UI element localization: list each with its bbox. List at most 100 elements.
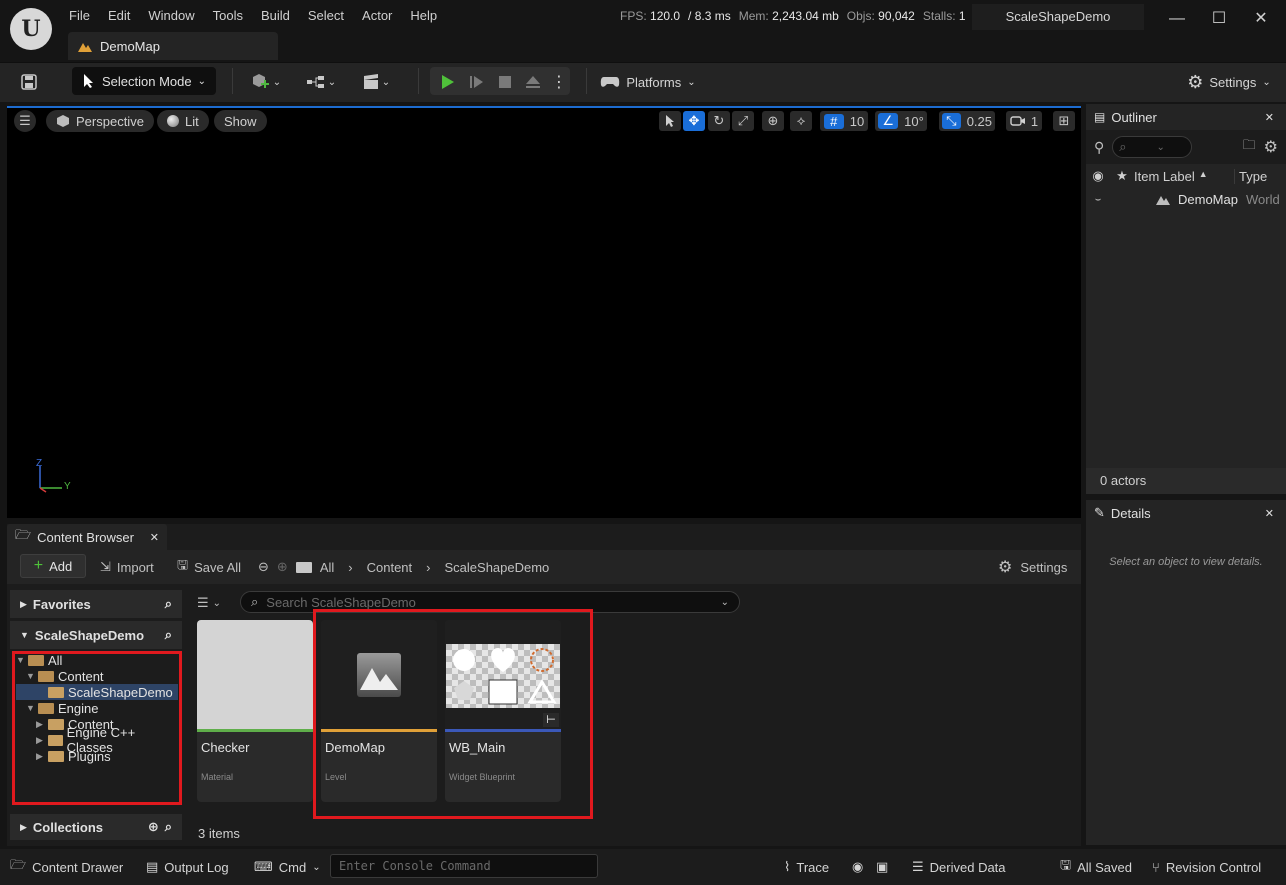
visibility-eye-icon[interactable]: ⌣	[1086, 194, 1110, 205]
select-tool-icon[interactable]	[659, 111, 681, 131]
menu-window[interactable]: Window	[139, 8, 203, 23]
menu-edit[interactable]: Edit	[99, 8, 139, 23]
perspective-button[interactable]: Perspective	[46, 110, 154, 132]
grid-snap-button[interactable]: # 10	[820, 111, 868, 131]
content-drawer-button[interactable]: 🗁 Content Drawer	[10, 856, 123, 878]
outliner-search-input[interactable]: ⌕ ⌄	[1112, 136, 1193, 158]
add-folder-icon[interactable]: 🗀	[1243, 136, 1256, 158]
favorites-section[interactable]: ▶ Favorites ⌕	[10, 590, 182, 618]
add-actor-button[interactable]: ⌄	[246, 69, 286, 95]
console-command-input[interactable]: Enter Console Command	[330, 854, 598, 878]
chevron-right-icon[interactable]: ▶	[36, 751, 44, 762]
outliner-tab[interactable]: ▤ Outliner ✕	[1086, 104, 1286, 130]
tree-item[interactable]: ▼ All	[16, 652, 178, 668]
item-label-column[interactable]: Item Label ▲	[1134, 169, 1234, 184]
save-icon[interactable]	[16, 69, 42, 95]
chevron-down-icon[interactable]: ▼	[26, 671, 35, 681]
cinematics-button[interactable]: ⌄	[356, 69, 396, 95]
screenshot-icon[interactable]: ▣	[876, 856, 888, 878]
unreal-logo-icon[interactable]: U	[10, 8, 52, 50]
outliner-row[interactable]: ⌣ DemoMap World	[1086, 188, 1286, 210]
camera-speed-button[interactable]: 1	[1006, 111, 1042, 131]
back-arrow-icon[interactable]: ⊖	[258, 559, 269, 575]
visibility-column-icon[interactable]: ◉	[1086, 168, 1110, 184]
platforms-button[interactable]: Platforms ⌄	[598, 69, 698, 95]
stop-icon[interactable]	[492, 69, 518, 95]
gear-icon[interactable]: ⚙	[1264, 137, 1278, 157]
minimize-button[interactable]: —	[1156, 4, 1198, 34]
show-button[interactable]: Show	[214, 110, 267, 132]
eject-icon[interactable]	[520, 69, 546, 95]
add-button[interactable]: + Add	[20, 554, 86, 578]
breadcrumb-all[interactable]: All	[320, 560, 334, 575]
chevron-right-icon[interactable]: ▶	[36, 719, 44, 730]
forward-arrow-icon[interactable]: ⊕	[277, 559, 288, 575]
translate-tool-icon[interactable]: ✥	[683, 111, 705, 131]
selection-mode-dropdown[interactable]: Selection Mode ⌄	[72, 67, 216, 95]
rotation-snap-button[interactable]: ∠ 10°	[875, 111, 927, 131]
import-button[interactable]: ⇲ Import	[100, 556, 154, 578]
chevron-down-icon[interactable]: ▼	[16, 655, 25, 665]
menu-help[interactable]: Help	[401, 8, 446, 23]
chevron-right-icon[interactable]: ▶	[36, 735, 44, 746]
tree-item[interactable]: ▶ Engine C++ Classes	[16, 725, 178, 755]
add-circle-icon[interactable]: ⊕	[148, 819, 159, 835]
hamburger-menu-icon[interactable]: ☰	[14, 110, 36, 132]
content-settings-button[interactable]: ⚙ Settings	[998, 556, 1067, 578]
trace-button[interactable]: ⌇ Trace	[784, 856, 829, 878]
close-icon[interactable]: ✕	[150, 531, 159, 544]
settings-button[interactable]: ⚙ Settings ⌄	[1176, 69, 1282, 95]
menu-actor[interactable]: Actor	[353, 8, 401, 23]
menu-file[interactable]: File	[60, 8, 99, 23]
platforms-label: Platforms	[626, 74, 682, 90]
menu-tools[interactable]: Tools	[204, 8, 252, 23]
step-icon[interactable]	[464, 69, 490, 95]
rotate-tool-icon[interactable]: ↻	[708, 111, 730, 131]
search-icon[interactable]: ⌕	[165, 596, 172, 612]
menu-select[interactable]: Select	[299, 8, 353, 23]
play-icon[interactable]	[434, 69, 460, 95]
close-window-button[interactable]: ✕	[1240, 4, 1282, 34]
maximize-button[interactable]: ☐	[1198, 4, 1240, 34]
asset-tile-wb-main[interactable]: ⊢ WB_Main Widget Blueprint	[445, 620, 561, 802]
breadcrumb-content[interactable]: Content	[367, 560, 413, 575]
asset-tile-checker[interactable]: Checker Material	[197, 620, 313, 802]
asset-search-input[interactable]: ⌕ Search ScaleShapeDemo ⌄	[240, 591, 740, 613]
output-log-button[interactable]: ▤ Output Log	[146, 856, 229, 878]
viewport-layout-icon[interactable]: ⊞	[1053, 111, 1075, 131]
cmd-dropdown[interactable]: ⌨ Cmd ⌄	[254, 856, 321, 878]
asset-tile-demomap[interactable]: DemoMap Level	[321, 620, 437, 802]
scale-snap-button[interactable]: ⤡ 0.25	[939, 111, 995, 131]
content-browser-tab[interactable]: 🗁 Content Browser ✕	[7, 524, 167, 550]
derived-data-button[interactable]: ☰ Derived Data	[912, 856, 1006, 878]
tree-item[interactable]: ScaleShapeDemo	[16, 684, 178, 700]
type-column-header[interactable]: Type	[1234, 168, 1267, 184]
filter-button[interactable]: ☰ ⌄	[197, 592, 237, 614]
tab-demomap[interactable]: DemoMap	[68, 32, 278, 60]
all-saved-button[interactable]: 🖫 All Saved	[1060, 856, 1132, 878]
save-all-button[interactable]: 🖫 Save All	[177, 556, 241, 578]
details-tab[interactable]: ✎ Details ✕	[1086, 500, 1286, 526]
close-icon[interactable]: ✕	[1265, 507, 1278, 520]
search-icon[interactable]: ⌕	[165, 819, 172, 835]
breadcrumb-scaleshapedemo[interactable]: ScaleShapeDemo	[445, 560, 550, 575]
record-icon[interactable]: ◉	[852, 856, 863, 878]
menu-build[interactable]: Build	[252, 8, 299, 23]
revision-control-button[interactable]: ⑂ Revision Control	[1152, 856, 1261, 878]
collections-section[interactable]: ▶ Collections ⊕ ⌕	[10, 814, 182, 840]
blueprints-button[interactable]: ⌄	[300, 69, 342, 95]
world-space-icon[interactable]: ⊕	[762, 111, 784, 131]
surface-snap-icon[interactable]: ⟡	[790, 111, 812, 131]
more-options-icon[interactable]: ⋮	[550, 69, 568, 95]
view-mode-lit-button[interactable]: Lit	[157, 110, 209, 132]
chevron-down-icon[interactable]: ▼	[26, 703, 35, 713]
project-section[interactable]: ▼ ScaleShapeDemo ⌕	[10, 621, 182, 649]
filter-icon[interactable]: ⚲	[1094, 139, 1104, 156]
tree-item[interactable]: ▼ Engine	[16, 700, 178, 716]
close-icon[interactable]: ✕	[1265, 111, 1278, 124]
star-column-icon[interactable]: ★	[1110, 168, 1134, 184]
level-viewport[interactable]	[7, 106, 1081, 518]
scale-tool-icon[interactable]: ⤢	[732, 111, 754, 131]
tree-item[interactable]: ▼ Content	[16, 668, 178, 684]
search-icon[interactable]: ⌕	[165, 627, 172, 643]
